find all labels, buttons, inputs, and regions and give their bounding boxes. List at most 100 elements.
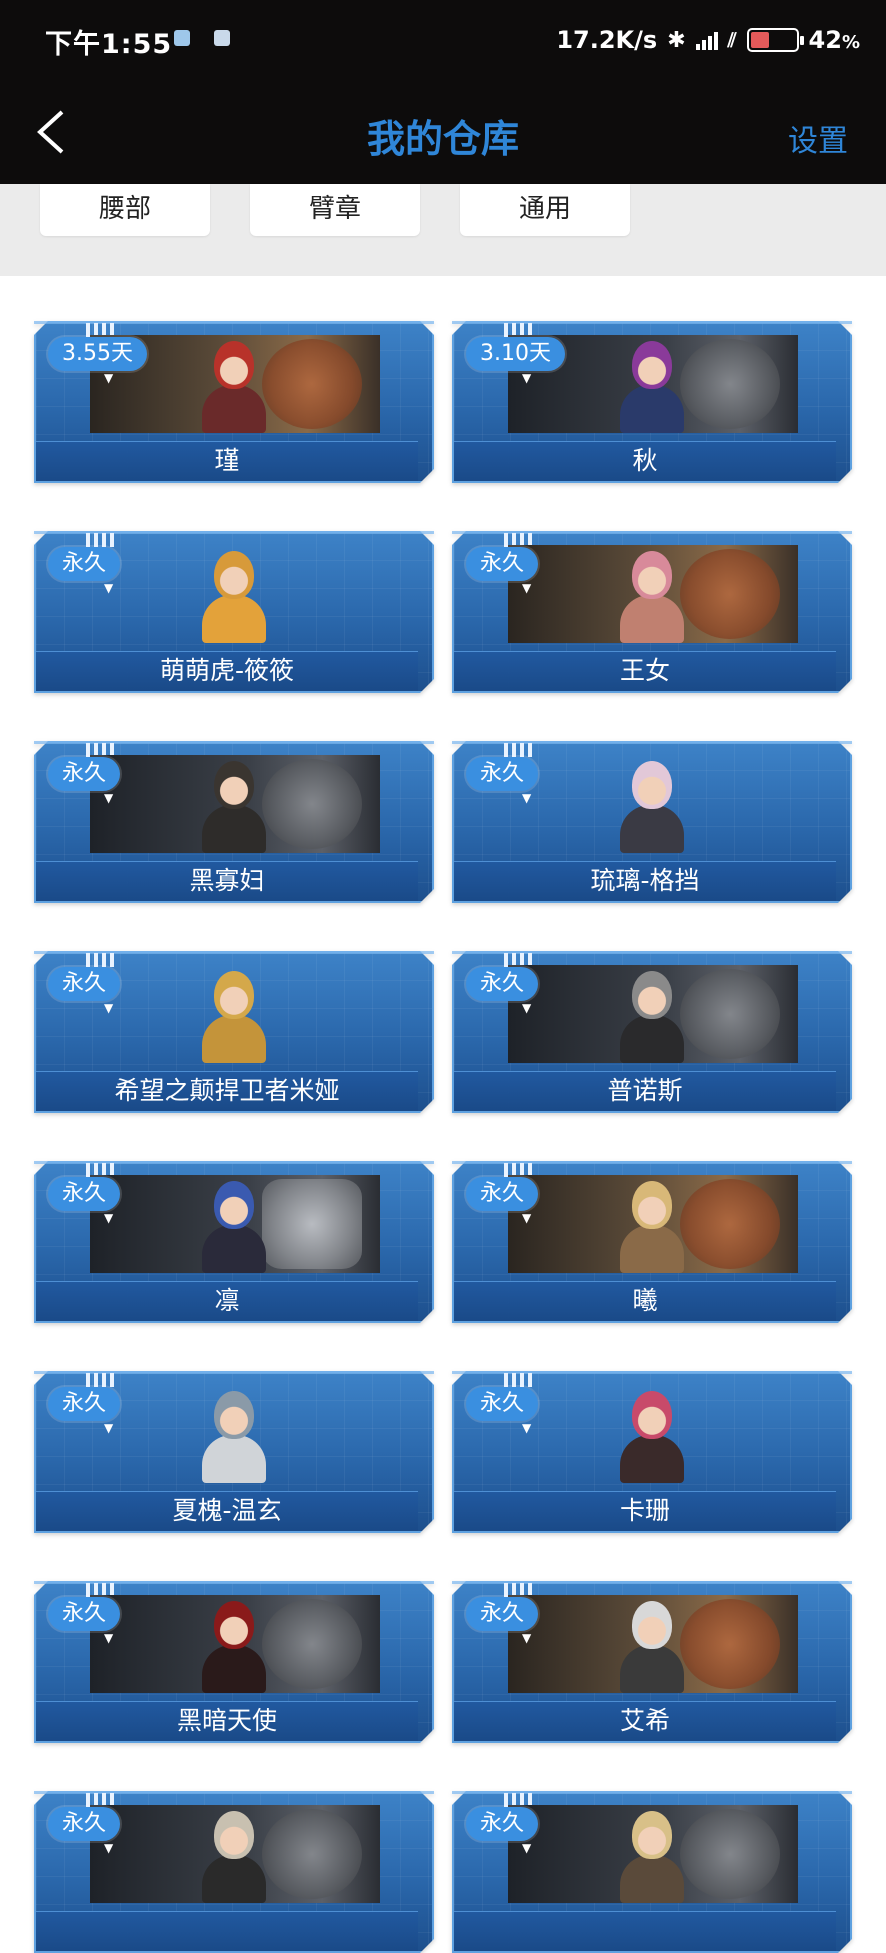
- duration-badge: 永久: [466, 967, 539, 1001]
- chevron-down-icon: ▼: [104, 1841, 114, 1855]
- chevron-down-icon: ▼: [522, 791, 532, 805]
- plate-emblem-icon: [262, 1809, 362, 1899]
- plate-emblem-icon: [680, 1599, 780, 1689]
- character-name: 夏槐-温玄: [172, 1496, 282, 1525]
- chevron-down-icon: ▼: [522, 1001, 532, 1015]
- character-card[interactable]: 永久 ▼: [34, 1791, 434, 1953]
- chevron-down-icon: ▼: [104, 791, 114, 805]
- wifi-icon: ⫽: [727, 28, 737, 52]
- tab-armband[interactable]: 臂章: [250, 184, 420, 236]
- character-portrait: [196, 335, 272, 433]
- tab-general[interactable]: 通用: [460, 184, 630, 236]
- chevron-down-icon: ▼: [522, 581, 532, 595]
- character-portrait: [196, 1385, 272, 1483]
- chevron-down-icon: ▼: [104, 581, 114, 595]
- settings-button[interactable]: 设置: [788, 116, 848, 160]
- duration-badge: 永久: [466, 1387, 539, 1421]
- character-portrait: [196, 545, 272, 643]
- character-name: 凛: [214, 1286, 240, 1315]
- character-card[interactable]: 希望之颠捍卫者米娅 永久 ▼: [34, 951, 434, 1113]
- character-portrait: [196, 755, 272, 853]
- duration-badge: 3.55天: [48, 337, 147, 371]
- plate-emblem-icon: [262, 339, 362, 429]
- character-portrait: [614, 965, 690, 1063]
- character-portrait: [614, 1175, 690, 1273]
- plate-emblem-icon: [262, 1179, 362, 1269]
- chevron-down-icon: ▼: [522, 1841, 532, 1855]
- character-card[interactable]: 永久 ▼: [452, 1791, 852, 1953]
- character-name: 琉璃-格挡: [590, 866, 700, 895]
- character-card[interactable]: 凛 永久 ▼: [34, 1161, 434, 1323]
- status-time: 下午1:55: [45, 29, 173, 60]
- character-card[interactable]: 瑾 3.55天 ▼: [34, 321, 434, 483]
- character-portrait: [196, 965, 272, 1063]
- duration-badge: 永久: [48, 757, 121, 791]
- notification-icon: [174, 30, 190, 46]
- character-portrait: [196, 1175, 272, 1273]
- duration-badge: 永久: [48, 1387, 121, 1421]
- character-card[interactable]: 普诺斯 永久 ▼: [452, 951, 852, 1113]
- chevron-down-icon: ▼: [104, 1211, 114, 1225]
- character-name: 曦: [632, 1286, 658, 1315]
- duration-badge: 永久: [48, 967, 121, 1001]
- network-speed: 17.2K/s: [556, 26, 658, 54]
- character-portrait: [196, 1595, 272, 1693]
- character-card[interactable]: 萌萌虎-筱筱 永久 ▼: [34, 531, 434, 693]
- signal-icon: [695, 30, 718, 50]
- character-name: 黑寡妇: [189, 866, 265, 895]
- character-card[interactable]: 夏槐-温玄 永久 ▼: [34, 1371, 434, 1533]
- character-portrait: [614, 755, 690, 853]
- character-name: 卡珊: [619, 1496, 670, 1525]
- plate-emblem-icon: [680, 1809, 780, 1899]
- character-name: 王女: [619, 656, 670, 685]
- notification-icon: [214, 30, 230, 46]
- character-name: 艾希: [619, 1706, 670, 1735]
- plate-emblem-icon: [262, 759, 362, 849]
- chevron-down-icon: ▼: [104, 371, 114, 385]
- character-card[interactable]: 黑寡妇 永久 ▼: [34, 741, 434, 903]
- character-name: 普诺斯: [607, 1076, 683, 1105]
- duration-badge: 3.10天: [466, 337, 565, 371]
- chevron-down-icon: ▼: [104, 1421, 114, 1435]
- duration-badge: 永久: [48, 1807, 121, 1841]
- chevron-down-icon: ▼: [104, 1001, 114, 1015]
- tab-waist[interactable]: 腰部: [40, 184, 210, 236]
- status-bar: 下午1:55 17.2K/s ✱ ⫽ 42%: [0, 0, 886, 80]
- duration-badge: 永久: [466, 547, 539, 581]
- character-name: 秋: [632, 446, 658, 475]
- plate-emblem-icon: [680, 1179, 780, 1269]
- category-tabs: 腰部 臂章 通用: [0, 184, 886, 276]
- character-portrait: [614, 1385, 690, 1483]
- duration-badge: 永久: [48, 1597, 121, 1631]
- character-portrait: [614, 545, 690, 643]
- character-card[interactable]: 王女 永久 ▼: [452, 531, 852, 693]
- plate-emblem-icon: [680, 549, 780, 639]
- duration-badge: 永久: [48, 1177, 121, 1211]
- chevron-down-icon: ▼: [522, 371, 532, 385]
- character-portrait: [614, 1595, 690, 1693]
- character-name: 萌萌虎-筱筱: [159, 656, 295, 685]
- duration-badge: 永久: [466, 1177, 539, 1211]
- warehouse-grid: 瑾 3.55天 ▼ 秋 3.10天 ▼ 萌萌虎-筱筱 永久 ▼ 王女 永久 ▼ …: [0, 276, 886, 1953]
- duration-badge: 永久: [466, 1597, 539, 1631]
- plate-emblem-icon: [680, 969, 780, 1059]
- character-card[interactable]: 卡珊 永久 ▼: [452, 1371, 852, 1533]
- character-portrait: [614, 1805, 690, 1903]
- battery-level: [750, 32, 769, 48]
- character-card[interactable]: 黑暗天使 永久 ▼: [34, 1581, 434, 1743]
- character-card[interactable]: 艾希 永久 ▼: [452, 1581, 852, 1743]
- plate-emblem-icon: [680, 339, 780, 429]
- character-card[interactable]: 琉璃-格挡 永久 ▼: [452, 741, 852, 903]
- bluetooth-icon: ✱: [667, 27, 686, 53]
- page-title: 我的仓库: [366, 117, 519, 161]
- character-card[interactable]: 曦 永久 ▼: [452, 1161, 852, 1323]
- plate-emblem-icon: [262, 1599, 362, 1689]
- character-name: 瑾: [214, 446, 240, 475]
- character-portrait: [196, 1805, 272, 1903]
- battery-icon: [746, 28, 804, 52]
- duration-badge: 永久: [466, 1807, 539, 1841]
- battery-percent: 42%: [808, 26, 860, 54]
- character-portrait: [614, 335, 690, 433]
- character-card[interactable]: 秋 3.10天 ▼: [452, 321, 852, 483]
- duration-badge: 永久: [466, 757, 539, 791]
